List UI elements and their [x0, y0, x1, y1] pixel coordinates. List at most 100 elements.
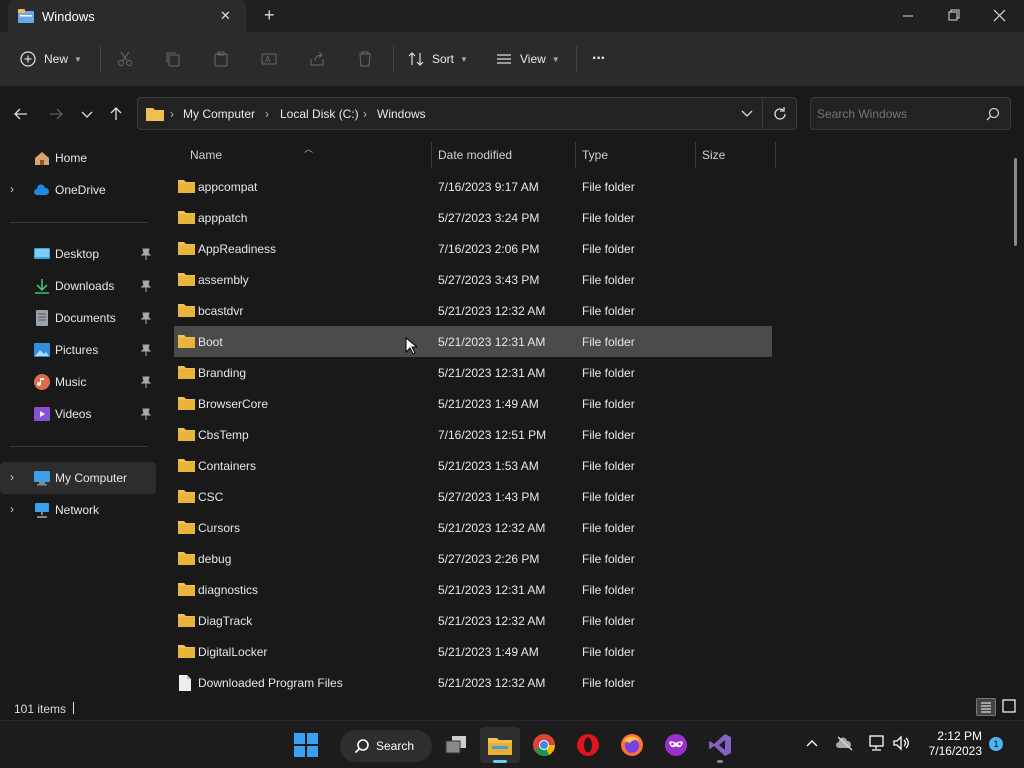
search-input[interactable] [817, 104, 977, 124]
breadcrumb-local-disk[interactable]: Local Disk (C:) [280, 107, 359, 121]
expand-chevron-icon[interactable]: › [10, 502, 14, 516]
column-type[interactable]: Type [582, 142, 608, 168]
start-button[interactable] [286, 727, 326, 763]
column-divider[interactable] [431, 142, 432, 168]
file-list: ︿ Name Date modified Type Size appcompat… [160, 142, 1024, 694]
expand-chevron-icon[interactable]: › [10, 182, 14, 196]
search-box[interactable] [810, 97, 1011, 130]
file-name: AppReadiness [198, 242, 277, 256]
table-row[interactable]: AppReadiness 7/16/2023 2:06 PM File folder [174, 233, 772, 264]
restore-button[interactable] [942, 8, 966, 24]
taskbar-firefox[interactable] [612, 727, 652, 763]
volume-icon[interactable] [892, 734, 912, 752]
divider [100, 46, 101, 72]
table-row[interactable]: apppatch 5/27/2023 3:24 PM File folder [174, 202, 772, 233]
breadcrumb-my-computer[interactable]: My Computer [183, 107, 255, 121]
sidebar-item-videos[interactable]: Videos [0, 398, 156, 430]
close-window-button[interactable] [988, 8, 1012, 24]
table-row[interactable]: Boot 5/21/2023 12:31 AM File folder [174, 326, 772, 357]
sidebar-item-onedrive[interactable]: › OneDrive [0, 174, 156, 206]
new-tab-button[interactable]: + [264, 5, 275, 26]
column-name[interactable]: Name [190, 142, 222, 168]
column-divider[interactable] [775, 142, 776, 168]
clock[interactable]: 2:12 PM 7/16/2023 [920, 729, 982, 759]
sidebar-item-network[interactable]: › Network [0, 494, 156, 526]
sidebar-item-downloads[interactable]: Downloads [0, 270, 156, 302]
folder-icon [178, 179, 195, 193]
onedrive-offline-icon[interactable] [836, 735, 854, 751]
table-row[interactable]: BrowserCore 5/21/2023 1:49 AM File folder [174, 388, 772, 419]
table-row[interactable]: Containers 5/21/2023 1:53 AM File folder [174, 450, 772, 481]
view-button[interactable]: View ▼ [496, 32, 560, 86]
chrome-icon [533, 734, 556, 756]
network-status-icon[interactable] [868, 734, 886, 752]
desktop-icon [34, 246, 50, 262]
taskbar-visual-studio[interactable] [700, 727, 740, 763]
table-row[interactable]: Cursors 5/21/2023 12:32 AM File folder [174, 512, 772, 543]
table-row[interactable]: DiagTrack 5/21/2023 12:32 AM File folder [174, 605, 772, 636]
taskbar-file-explorer[interactable] [480, 727, 520, 763]
file-name: Boot [198, 335, 223, 349]
divider [10, 446, 148, 447]
taskbar: Search 2:12 PM 7/16/2023 1 [0, 720, 1024, 768]
breadcrumb-windows[interactable]: Windows [377, 107, 426, 121]
sidebar-item-documents[interactable]: Documents [0, 302, 156, 334]
file-name: BrowserCore [198, 397, 269, 411]
column-date-modified[interactable]: Date modified [438, 142, 512, 168]
expand-chevron-icon[interactable]: › [10, 470, 14, 484]
tab-windows[interactable]: Windows ✕ [8, 0, 246, 32]
table-row[interactable]: CbsTemp 7/16/2023 12:51 PM File folder [174, 419, 772, 450]
new-button[interactable]: New ▼ [20, 32, 82, 86]
table-row[interactable]: diagnostics 5/21/2023 12:31 AM File folder [174, 574, 772, 605]
column-divider[interactable] [695, 142, 696, 168]
sidebar-item-pictures[interactable]: Pictures [0, 334, 156, 366]
paste-button[interactable] [213, 32, 229, 86]
table-row[interactable]: Branding 5/21/2023 12:31 AM File folder [174, 357, 772, 388]
details-view-button[interactable] [976, 698, 996, 716]
file-type: File folder [582, 211, 635, 225]
forward-button[interactable] [42, 100, 70, 128]
notification-badge[interactable]: 1 [989, 737, 1003, 751]
table-row[interactable]: debug 5/27/2023 2:26 PM File folder [174, 543, 772, 574]
recent-locations-button[interactable] [73, 100, 101, 128]
vertical-scrollbar[interactable] [1014, 158, 1017, 246]
address-history-icon[interactable] [740, 108, 754, 120]
sidebar-item-music[interactable]: Music [0, 366, 156, 398]
sidebar-item-home[interactable]: Home [0, 142, 156, 174]
task-view-button[interactable] [436, 727, 476, 763]
tiles-view-button[interactable] [1000, 698, 1020, 716]
table-row[interactable]: DigitalLocker 5/21/2023 1:49 AM File folde… [174, 636, 772, 667]
column-size[interactable]: Size [702, 142, 725, 168]
show-hidden-icons-chevron[interactable] [804, 735, 820, 751]
table-row[interactable]: bcastdvr 5/21/2023 12:32 AM File folder [174, 295, 772, 326]
column-divider[interactable] [575, 142, 576, 168]
back-button[interactable] [7, 100, 35, 128]
sort-button[interactable]: Sort ▼ [408, 32, 468, 86]
copy-button[interactable] [165, 32, 181, 86]
minimize-button[interactable] [896, 8, 920, 24]
more-options-button[interactable]: ··· [592, 32, 606, 86]
divider [576, 46, 577, 72]
refresh-icon[interactable] [772, 106, 788, 122]
delete-button[interactable] [357, 32, 373, 86]
table-row[interactable]: appcompat 7/16/2023 9:17 AM File folder [174, 171, 772, 202]
tab-close-icon[interactable]: ✕ [220, 8, 231, 24]
table-row[interactable]: CSC 5/27/2023 1:43 PM File folder [174, 481, 772, 512]
folder-icon [178, 272, 195, 286]
taskbar-opera[interactable] [568, 727, 608, 763]
cut-button[interactable] [117, 32, 133, 86]
taskbar-search[interactable]: Search [340, 730, 432, 762]
table-row[interactable]: assembly 5/27/2023 3:43 PM File folder [174, 264, 772, 295]
tab-title: Windows [42, 9, 95, 24]
download-icon [34, 278, 50, 294]
chevron-down-icon: ▼ [460, 54, 468, 64]
rename-button[interactable]: A [261, 32, 277, 86]
sidebar-item-my-computer[interactable]: › My Computer [0, 462, 156, 494]
address-bar[interactable]: › My Computer › Local Disk (C:) › Window… [137, 97, 797, 130]
share-button[interactable] [309, 32, 325, 86]
taskbar-chrome[interactable] [524, 727, 564, 763]
up-button[interactable] [102, 100, 130, 128]
taskbar-game-app[interactable] [656, 727, 696, 763]
sidebar-item-desktop[interactable]: Desktop [0, 238, 156, 270]
table-row[interactable]: Downloaded Program Files 5/21/2023 12:32 … [174, 667, 772, 694]
